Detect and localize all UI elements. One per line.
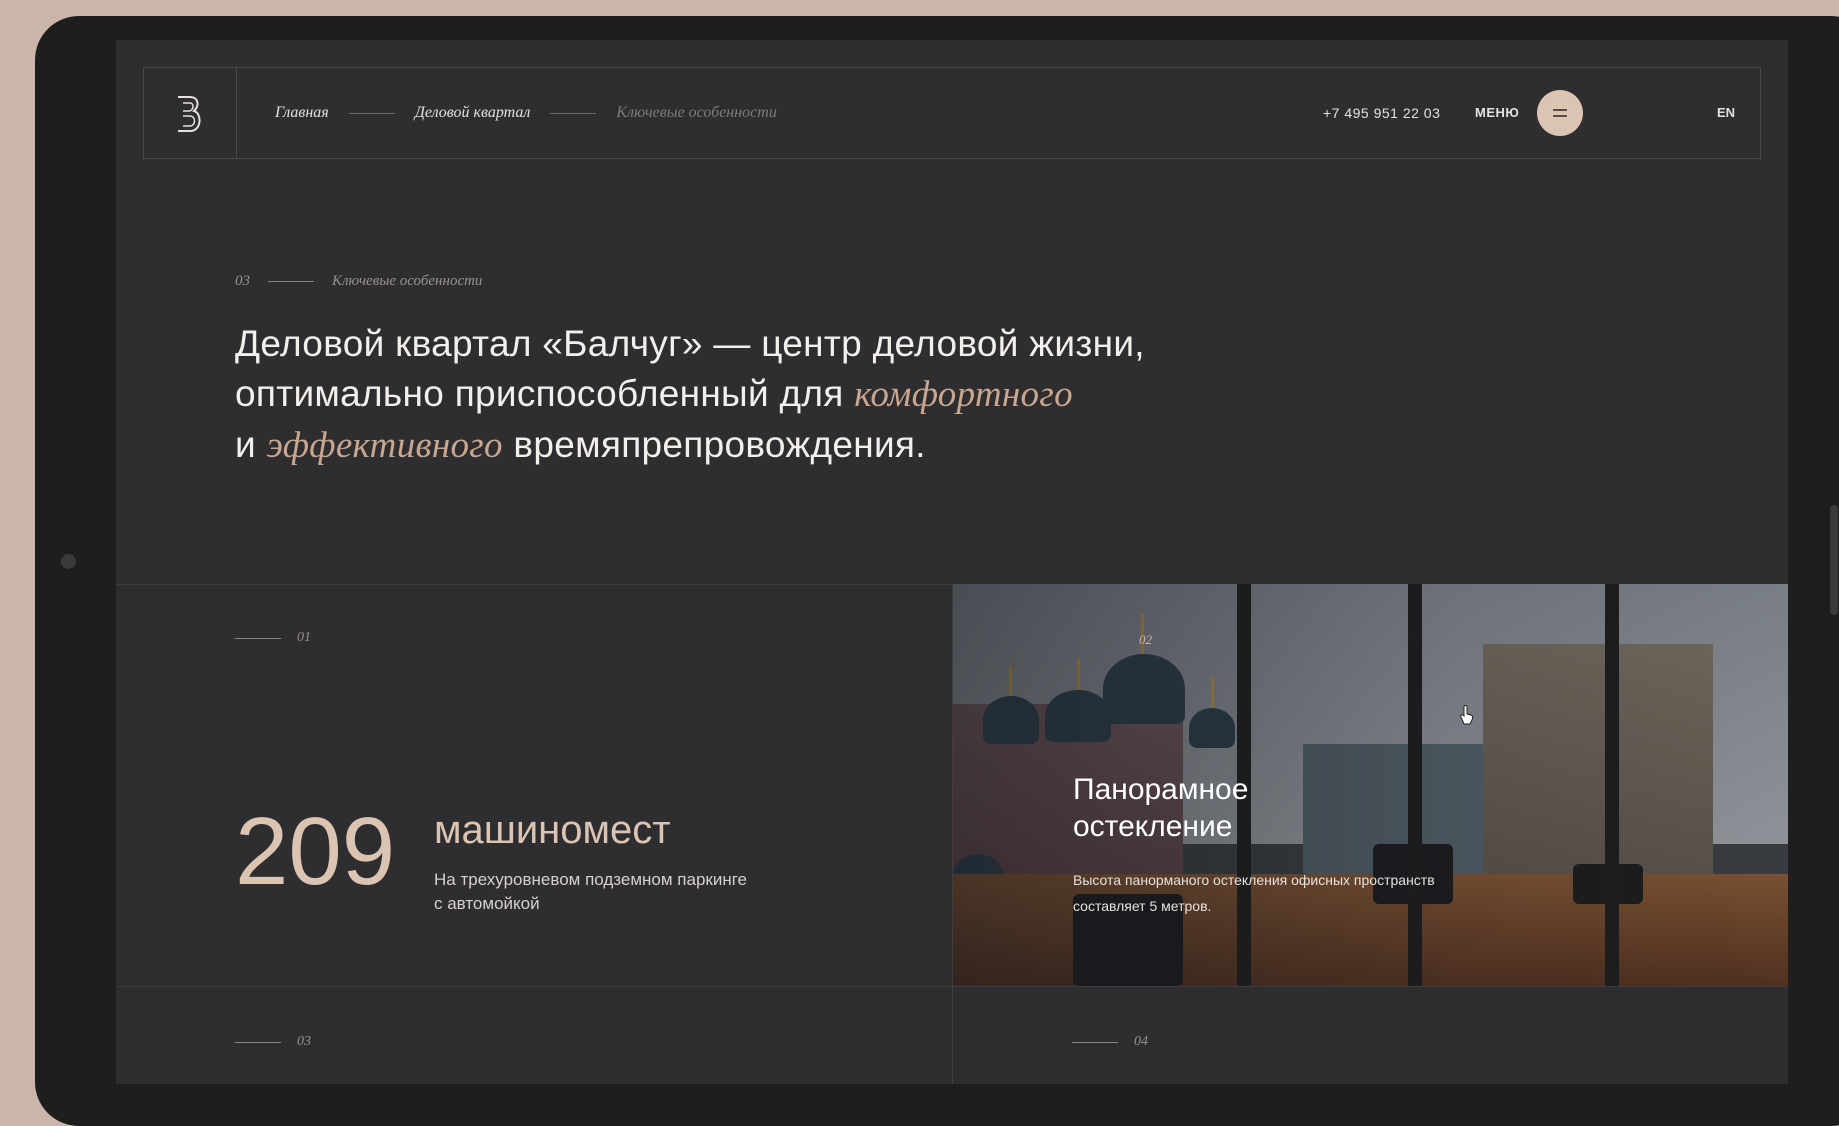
breadcrumb-separator [348,112,395,114]
feature-dash [235,637,281,639]
feature-card-panoramic-glazing[interactable]: 02 Панорамное остекление Высота панорман… [953,584,1788,986]
section-label: 03 Ключевые особенности [235,273,482,290]
breadcrumb-current: Ключевые особенности [616,104,777,121]
breadcrumb-home[interactable]: Главная [275,104,329,122]
feature-number: 04 [1134,1034,1148,1049]
feature-number: 01 [297,630,311,645]
menu-icon-line [1553,115,1567,117]
parking-unit: машиномест [434,808,671,852]
tablet-camera [61,554,76,569]
feature-number-03: 03 [235,1034,311,1050]
parking-description: На трехуровневом подземном паркинге с ав… [434,870,747,913]
page-headline: Деловой квартал «Балчуг» — центр деловой… [235,319,1435,471]
breadcrumb-separator [550,112,597,114]
site-header: Главная Деловой квартал Ключевые особенн… [143,67,1761,159]
section-title: Ключевые особенности [332,273,483,289]
feature-number-02: 02 [1139,632,1152,647]
breadcrumb: Главная Деловой квартал Ключевые особенн… [275,68,777,158]
feature-number-04: 04 [1072,1034,1148,1050]
logo-b-icon [178,96,201,132]
headline-line-2: оптимально приспособленный для [235,373,855,414]
feature-number: 03 [297,1034,311,1049]
feature-dash [1072,1041,1118,1043]
parking-count: 209 [235,798,396,905]
feature-description: Высота панорманого остекления офисных пр… [1073,872,1435,914]
section-dash [268,281,314,282]
breadcrumb-business-quarter[interactable]: Деловой квартал [415,104,531,122]
feature-title: Панорамное остекление [1073,773,1249,843]
headline-line-3-end: времяпрепровождения. [502,424,926,465]
section-number: 03 [235,273,250,289]
feature-dash [235,1041,281,1043]
language-switch[interactable]: EN [1717,105,1735,120]
menu-button[interactable] [1537,90,1583,136]
menu-icon [1553,109,1567,111]
cursor-hand-icon [1460,705,1474,725]
phone-link[interactable]: +7 495 951 22 03 [1323,105,1440,121]
feature-number-01: 01 [235,630,311,646]
logo[interactable] [144,68,237,158]
headline-accent-comfortable: комфортного [854,374,1073,415]
headline-line-1: Деловой квартал «Балчуг» — центр деловой… [235,323,1145,364]
website-screen: Главная Деловой квартал Ключевые особенн… [116,40,1788,1084]
menu-label[interactable]: МЕНЮ [1475,105,1519,120]
headline-accent-effective: эффективного [266,425,503,466]
headline-line-3: и [235,424,267,465]
tablet-side-button [1830,505,1838,615]
